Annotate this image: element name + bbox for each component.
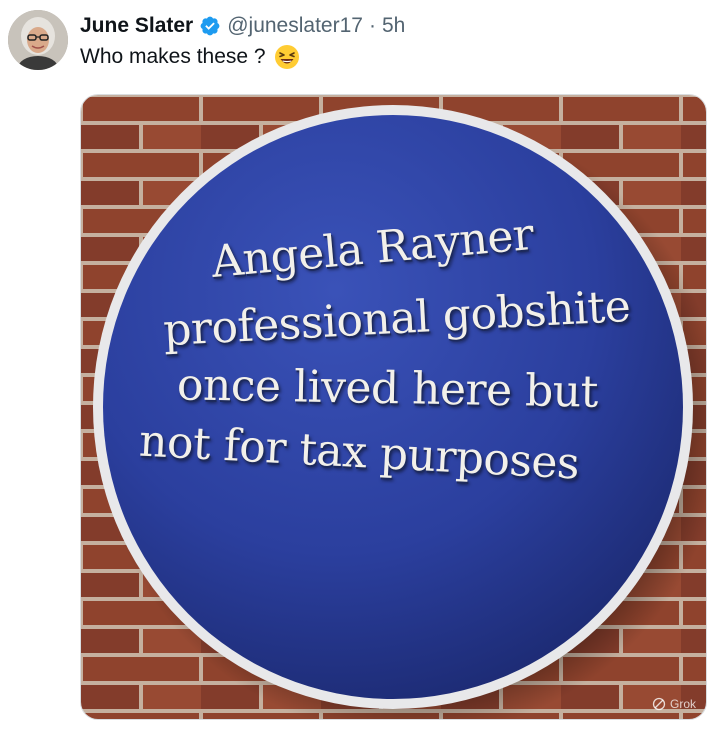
laughing-face-icon [274,44,300,70]
tweet-media-image[interactable]: Angela Rayner professional gobshite once… [80,94,707,720]
grok-logo-icon [652,697,666,711]
tweet-body: Who makes these ? [80,45,266,68]
grok-watermark: Grok [652,697,696,711]
tweet-text: Who makes these ? [80,44,300,70]
separator-dot: · [368,14,376,37]
avatar[interactable] [8,10,68,70]
profile-photo [8,10,68,70]
watermark-label: Grok [669,697,696,711]
user-handle[interactable]: @juneslater17 [227,14,363,38]
tweet-header: June Slater @juneslater17 · 5h [80,12,405,40]
display-name[interactable]: June Slater [80,14,193,38]
timestamp[interactable]: 5h [382,14,405,38]
plaque-image [81,95,706,719]
verified-badge-icon [199,15,221,37]
